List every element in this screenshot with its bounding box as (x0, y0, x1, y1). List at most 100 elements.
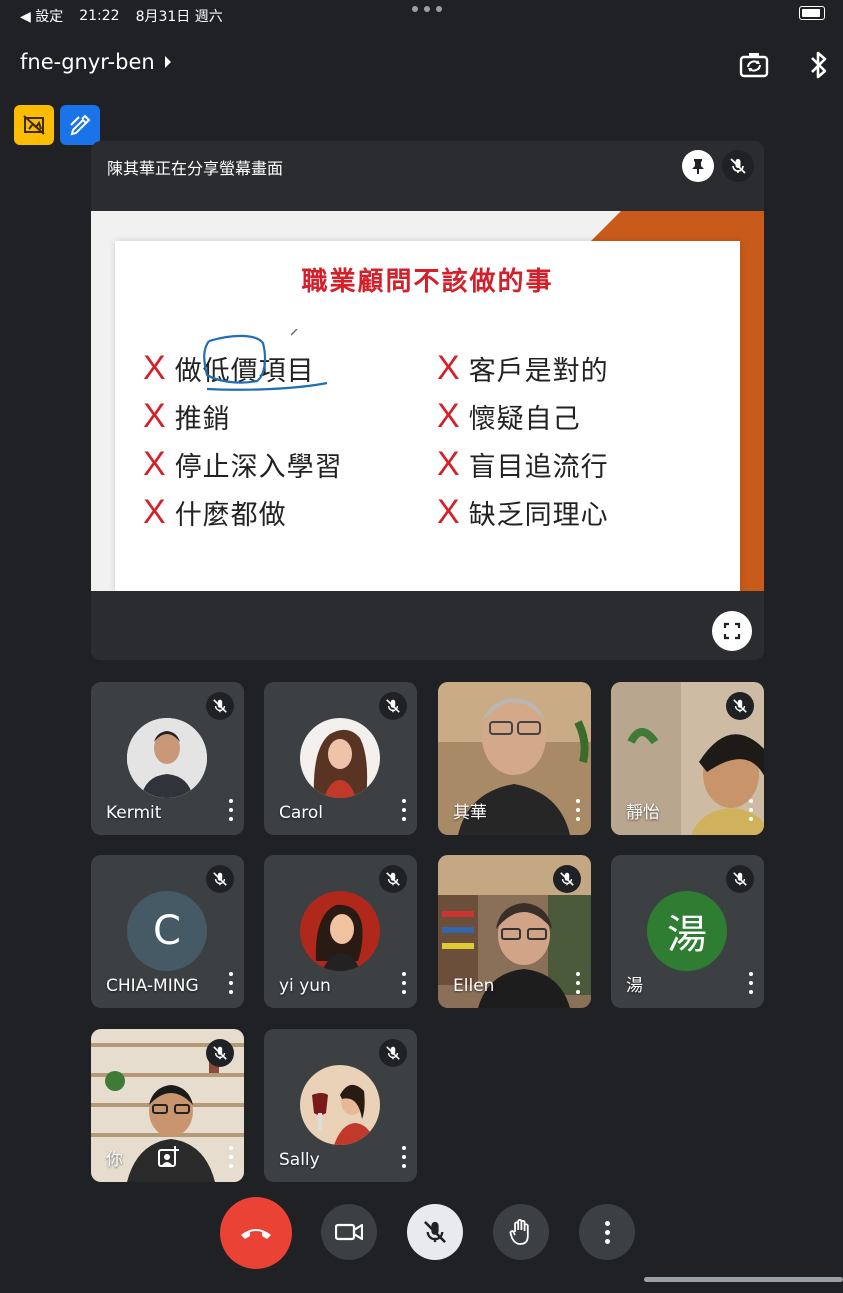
mic-off-icon (213, 872, 227, 886)
avatar (300, 718, 380, 798)
slide-left-item-4: X 什麼都做 (143, 493, 287, 531)
presenter-mute-indicator (722, 150, 754, 182)
mic-off-icon (733, 699, 747, 713)
more-vert-icon[interactable] (575, 799, 581, 821)
more-vert-icon[interactable] (575, 972, 581, 994)
presentation-footer (91, 591, 764, 660)
shared-slide: 職業顧問不該做的事 X 做低價項目 X 推銷 X 停止深入學習 X 什麼都做 X 客戶是對… (91, 211, 764, 591)
presentation-header: 陳其華正在分享螢幕畫面 (91, 141, 764, 211)
battery-icon (799, 6, 825, 20)
mute-indicator (379, 1039, 407, 1067)
participant-name: Ellen (453, 976, 495, 996)
camera-button[interactable] (321, 1204, 377, 1260)
back-to-settings[interactable]: ◀ 設定 (20, 6, 63, 26)
mic-off-icon (213, 1046, 227, 1060)
annotate-button[interactable] (60, 105, 100, 145)
hangup-button[interactable] (220, 1197, 292, 1269)
microphone-button[interactable] (407, 1204, 463, 1260)
participant-tile-sally[interactable]: Sally (264, 1029, 417, 1182)
whiteboard-toggle-button[interactable] (14, 105, 54, 145)
raise-hand-button[interactable] (493, 1204, 549, 1260)
more-options-button[interactable] (579, 1204, 635, 1260)
slide-off-icon (23, 115, 45, 135)
status-time: 21:22 (79, 8, 120, 24)
fullscreen-button[interactable] (712, 611, 752, 651)
participant-tile-jingyi[interactable]: 靜怡 (611, 682, 764, 835)
participant-name: yi yun (279, 976, 331, 996)
letter-avatar: 湯 (647, 891, 727, 971)
pen-edit-icon (70, 114, 91, 136)
participant-tile-qihua[interactable]: 其華 (438, 682, 591, 835)
mute-indicator (726, 692, 754, 720)
avatar (300, 891, 380, 971)
mic-off-icon (730, 158, 746, 174)
slide-content: 職業顧問不該做的事 X 做低價項目 X 推銷 X 停止深入學習 X 什麼都做 X 客戶是對… (115, 241, 740, 591)
participant-tile-kermit[interactable]: Kermit (91, 682, 244, 835)
slide-left-item-2: X 推銷 (143, 397, 231, 435)
status-bar: ◀ 設定 21:22 8月31日 週六 (0, 0, 843, 30)
mute-indicator (726, 865, 754, 893)
more-vert-icon[interactable] (401, 972, 407, 994)
mic-off-icon (386, 1046, 400, 1060)
x-mark: X (143, 349, 167, 387)
mic-off-icon (423, 1220, 447, 1244)
slide-right-item-2: X 懷疑自己 (437, 397, 581, 435)
mute-indicator (379, 865, 407, 893)
bluetooth-icon[interactable] (801, 47, 837, 83)
mic-off-icon (386, 872, 400, 886)
add-person-icon[interactable] (157, 1146, 179, 1172)
mute-indicator (553, 865, 581, 893)
slide-left-item-3: X 停止深入學習 (143, 445, 343, 483)
pin-icon (692, 159, 704, 174)
mute-indicator (206, 865, 234, 893)
participant-name: 其華 (453, 803, 487, 823)
participant-name: CHIA-MING (106, 976, 199, 996)
participant-tile-yi-yun[interactable]: yi yun (264, 855, 417, 1008)
more-vert-icon[interactable] (228, 972, 234, 994)
more-vert-icon[interactable] (228, 799, 234, 821)
camera-icon (335, 1223, 363, 1241)
pin-button[interactable] (682, 150, 714, 182)
status-date: 8月31日 週六 (135, 9, 223, 25)
presenter-banner: 陳其華正在分享螢幕畫面 (107, 159, 284, 178)
participant-name: Carol (279, 803, 324, 823)
x-mark: X (437, 445, 461, 483)
letter-avatar: C (127, 891, 207, 971)
x-mark: X (143, 397, 167, 435)
participant-tile-self[interactable]: 你 (91, 1029, 244, 1182)
presentation-tile[interactable]: 陳其華正在分享螢幕畫面 職業顧問不該做的事 X 做低價項目 X 推銷 X 停止深入學習… (91, 141, 764, 660)
raise-hand-icon (509, 1219, 529, 1245)
camera-switch-icon[interactable] (736, 47, 772, 83)
more-vert-icon (604, 1220, 610, 1244)
participant-tile-carol[interactable]: Carol (264, 682, 417, 835)
avatar (300, 1065, 380, 1145)
mute-indicator (379, 692, 407, 720)
home-indicator[interactable] (644, 1277, 843, 1282)
participant-name: 你 (106, 1150, 123, 1170)
slide-right-item-4: X 缺乏同理心 (437, 493, 609, 531)
more-vert-icon[interactable] (401, 1146, 407, 1168)
participant-tile-tang[interactable]: 湯 湯 (611, 855, 764, 1008)
caret-right-icon (164, 56, 171, 68)
mic-off-icon (386, 699, 400, 713)
participant-name: 靜怡 (626, 803, 660, 823)
slide-right-item-3: X 盲目追流行 (437, 445, 609, 483)
meeting-code[interactable]: fne-gnyr-ben (20, 50, 173, 74)
avatar (127, 718, 207, 798)
ink-annotation (203, 329, 328, 391)
hangup-icon (241, 1229, 271, 1239)
more-vert-icon[interactable] (228, 1146, 234, 1168)
participant-name: Kermit (106, 803, 162, 823)
mute-indicator (206, 692, 234, 720)
mic-off-icon (733, 872, 747, 886)
more-vert-icon[interactable] (401, 799, 407, 821)
more-vert-icon[interactable] (748, 972, 754, 994)
mute-indicator (206, 1039, 234, 1067)
slide-title: 職業顧問不該做的事 (301, 267, 554, 297)
x-mark: X (143, 445, 167, 483)
x-mark: X (437, 349, 461, 387)
multitasking-dots[interactable] (412, 6, 442, 12)
participant-tile-chia-ming[interactable]: C CHIA-MING (91, 855, 244, 1008)
more-vert-icon[interactable] (748, 799, 754, 821)
participant-tile-ellen[interactable]: Ellen (438, 855, 591, 1008)
